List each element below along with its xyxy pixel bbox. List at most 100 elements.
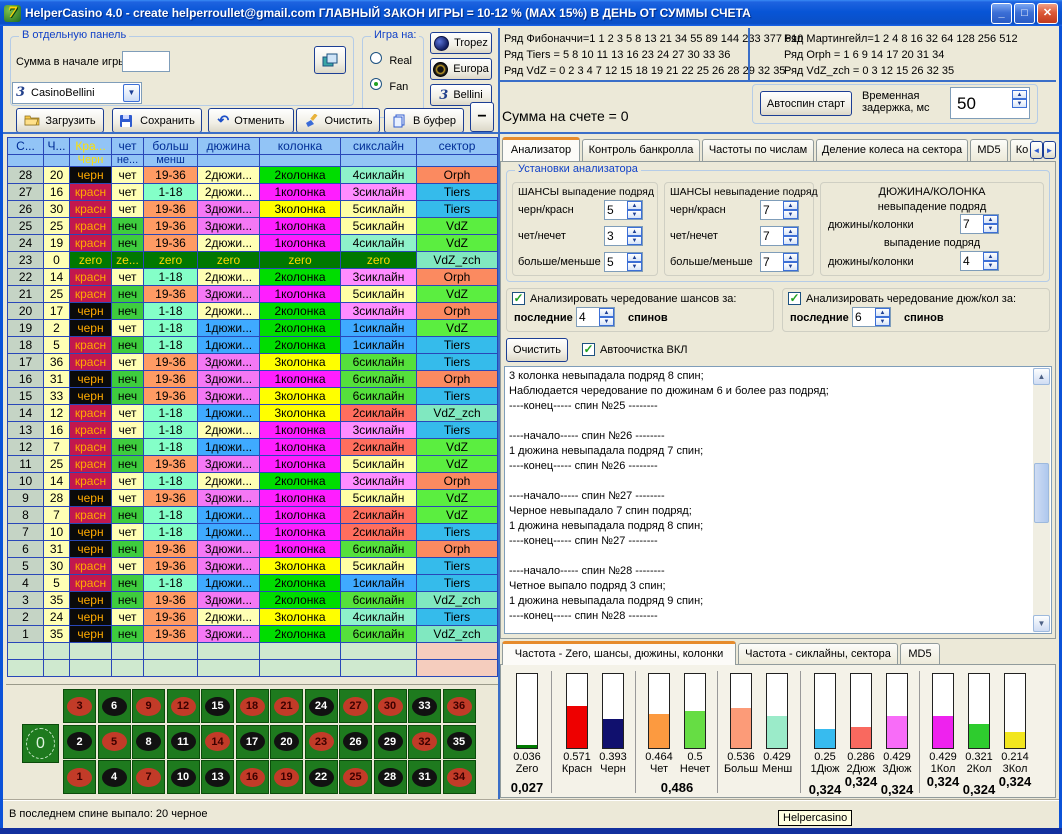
titlebar[interactable]: 7 HelperCasino 4.0 - create helperroulle… <box>0 0 1062 26</box>
delay-spinner[interactable]: 50 ▲ ▼ <box>950 87 1030 119</box>
tabs-scroll-left[interactable]: ◄ <box>1030 141 1043 159</box>
tab-1[interactable]: Контроль банкролла <box>582 139 700 161</box>
spinner-miss-blackred[interactable]: 7▲▼ <box>760 200 799 220</box>
log-scrollbar[interactable]: ▲ ▼ <box>1033 368 1050 632</box>
autoclear-checkbox[interactable]: ✓ <box>582 343 595 356</box>
board-number-4[interactable]: 4 <box>98 760 131 794</box>
board-number-33[interactable]: 33 <box>408 689 441 723</box>
board-number-18[interactable]: 18 <box>236 689 269 723</box>
alt-chances-spins-spinner[interactable]: 4▲▼ <box>576 307 615 327</box>
chart-tab-1[interactable]: Частота - сиклайны, сектора <box>738 643 898 665</box>
to-clipboard-button[interactable]: В буфер <box>384 108 464 133</box>
scroll-down-arrow[interactable]: ▼ <box>1033 615 1050 632</box>
column-header[interactable]: больш <box>144 138 198 155</box>
spinner-miss-highlow[interactable]: 7▲▼ <box>760 252 799 272</box>
board-number-28[interactable]: 28 <box>374 760 407 794</box>
combo-dropdown-arrow[interactable]: ▼ <box>123 84 140 102</box>
analyzer-log[interactable]: 3 колонка невыпадала подряд 8 спин;Наблю… <box>504 366 1052 634</box>
casino-tropez-button[interactable]: Tropez <box>430 32 492 54</box>
close-button[interactable]: ✕ <box>1037 3 1058 24</box>
column-header[interactable]: Кра... <box>70 138 112 155</box>
spin-up[interactable]: ▲ <box>783 201 798 210</box>
maximize-button[interactable]: □ <box>1014 3 1035 24</box>
scroll-thumb[interactable] <box>1034 463 1049 523</box>
board-number-19[interactable]: 19 <box>270 760 303 794</box>
spin-down[interactable]: ▼ <box>875 317 890 326</box>
board-number-29[interactable]: 29 <box>374 725 407 759</box>
tab-2[interactable]: Частоты по числам <box>702 139 814 161</box>
spin-down[interactable]: ▼ <box>627 236 642 245</box>
spinner-miss-evenodd[interactable]: 7▲▼ <box>760 226 799 246</box>
undo-button[interactable]: ↶ Отменить <box>208 108 294 133</box>
board-number-36[interactable]: 36 <box>443 689 476 723</box>
alt-dozcol-spins-spinner[interactable]: 6▲▼ <box>852 307 891 327</box>
tabs-scroll-right[interactable]: ► <box>1043 141 1056 159</box>
spin-up[interactable]: ▲ <box>627 253 642 262</box>
detach-panel-button[interactable] <box>314 46 346 74</box>
collapse-button[interactable]: − <box>470 102 494 132</box>
spinner-hit-blackred[interactable]: 5▲▼ <box>604 200 643 220</box>
spin-up[interactable]: ▲ <box>627 227 642 236</box>
autospin-start-button[interactable]: Автоспин старт <box>760 91 852 116</box>
chart-tab-2[interactable]: MD5 <box>900 643 940 665</box>
spin-down[interactable]: ▼ <box>627 210 642 219</box>
board-number-17[interactable]: 17 <box>236 725 269 759</box>
spin-down[interactable]: ▼ <box>783 210 798 219</box>
board-number-27[interactable]: 27 <box>339 689 372 723</box>
log-clear-button[interactable]: Очистить <box>506 338 568 362</box>
tab-3[interactable]: Деление колеса на сектора <box>816 139 968 161</box>
board-number-32[interactable]: 32 <box>408 725 441 759</box>
board-number-3[interactable]: 3 <box>63 689 96 723</box>
board-number-26[interactable]: 26 <box>339 725 372 759</box>
board-zero[interactable]: 0 <box>22 724 59 763</box>
board-number-15[interactable]: 15 <box>201 689 234 723</box>
board-number-11[interactable]: 11 <box>167 725 200 759</box>
spin-down[interactable]: ▼ <box>599 317 614 326</box>
minimize-button[interactable]: _ <box>991 3 1012 24</box>
board-number-8[interactable]: 8 <box>132 725 165 759</box>
board-number-30[interactable]: 30 <box>374 689 407 723</box>
scroll-up-arrow[interactable]: ▲ <box>1033 368 1050 385</box>
board-number-31[interactable]: 31 <box>408 760 441 794</box>
delay-spin-up[interactable]: ▲ <box>1012 90 1027 99</box>
column-header[interactable]: сикслайн <box>341 138 417 155</box>
spin-up[interactable]: ▲ <box>783 253 798 262</box>
alt-chances-checkbox[interactable]: ✓ <box>512 292 525 305</box>
spinner-dc-hit[interactable]: 4▲▼ <box>960 251 999 271</box>
board-number-25[interactable]: 25 <box>339 760 372 794</box>
radio-fan[interactable]: Fan <box>370 78 408 93</box>
radio-real[interactable]: Real <box>370 52 412 67</box>
board-number-6[interactable]: 6 <box>98 689 131 723</box>
spin-down[interactable]: ▼ <box>783 262 798 271</box>
board-number-9[interactable]: 9 <box>132 689 165 723</box>
spin-down[interactable]: ▼ <box>627 262 642 271</box>
column-header[interactable]: колонка <box>260 138 341 155</box>
start-sum-input[interactable] <box>122 51 170 72</box>
chart-tab-0[interactable]: Частота - Zero, шансы, дюжины, колонки <box>502 641 736 665</box>
radio-fan-circle[interactable] <box>370 78 382 90</box>
board-number-10[interactable]: 10 <box>167 760 200 794</box>
board-number-24[interactable]: 24 <box>305 689 338 723</box>
spin-up[interactable]: ▲ <box>875 308 890 317</box>
spin-down[interactable]: ▼ <box>983 224 998 233</box>
board-number-20[interactable]: 20 <box>270 725 303 759</box>
board-number-21[interactable]: 21 <box>270 689 303 723</box>
spin-up[interactable]: ▲ <box>627 201 642 210</box>
board-number-23[interactable]: 23 <box>305 725 338 759</box>
casino-combobox[interactable]: 3 CasinoBellini ▼ <box>12 82 142 104</box>
casino-europa-button[interactable]: Europa <box>430 58 492 80</box>
board-number-13[interactable]: 13 <box>201 760 234 794</box>
spinner-hit-highlow[interactable]: 5▲▼ <box>604 252 643 272</box>
delay-spin-down[interactable]: ▼ <box>1012 99 1027 108</box>
spinner-hit-evenodd[interactable]: 3▲▼ <box>604 226 643 246</box>
board-number-35[interactable]: 35 <box>443 725 476 759</box>
spin-up[interactable]: ▲ <box>983 215 998 224</box>
board-number-7[interactable]: 7 <box>132 760 165 794</box>
column-header[interactable]: сектор <box>417 138 498 155</box>
spin-up[interactable]: ▲ <box>783 227 798 236</box>
tab-0[interactable]: Анализатор <box>502 137 580 161</box>
board-number-14[interactable]: 14 <box>201 725 234 759</box>
save-button[interactable]: Сохранить <box>112 108 202 133</box>
spinner-dc-miss[interactable]: 7▲▼ <box>960 214 999 234</box>
load-button[interactable]: Загрузить <box>16 108 104 133</box>
